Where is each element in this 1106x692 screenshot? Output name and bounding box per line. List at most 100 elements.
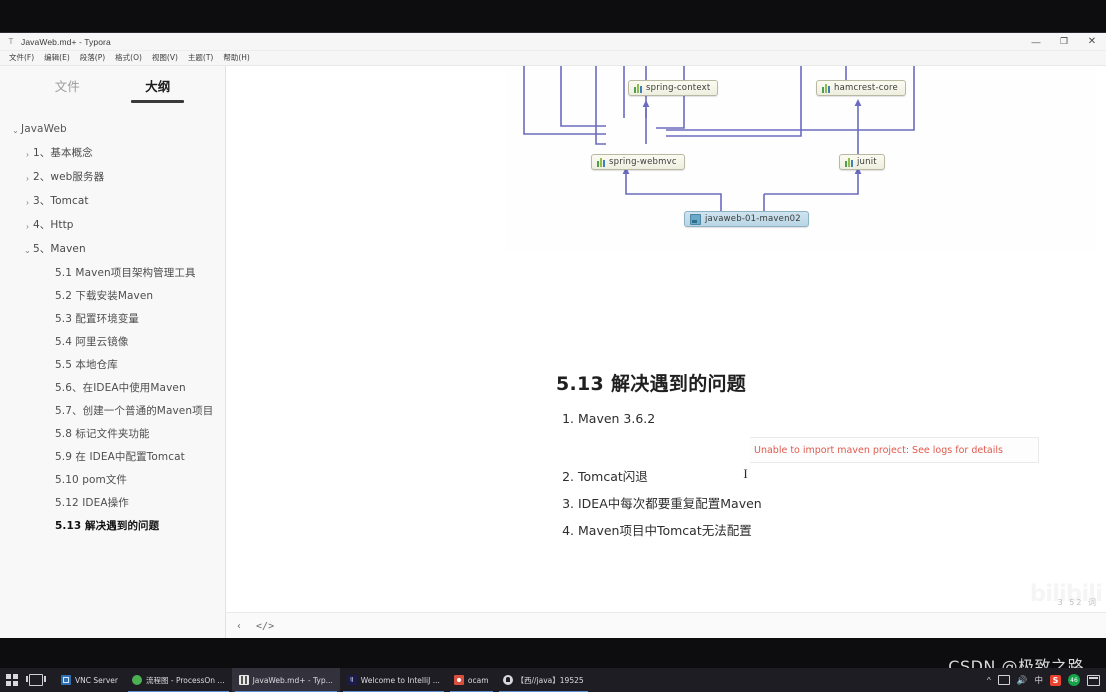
menu-edit[interactable]: 编辑(E): [39, 51, 75, 65]
task-view-button[interactable]: [24, 668, 48, 692]
outline-item-label: 5.8 标记文件夹功能: [55, 428, 150, 440]
maven-error-screenshot: Unable to import maven project: See logs…: [750, 437, 1039, 463]
chevron-right-icon[interactable]: ›: [22, 170, 33, 186]
collapse-sidebar-icon[interactable]: ‹: [236, 621, 242, 632]
typora-icon: T: [8, 37, 14, 46]
outline-item[interactable]: 5.9 在 IDEA中配置Tomcat: [0, 446, 225, 469]
top-letterbox: [0, 0, 1106, 32]
outline-item-label: 5.7、创建一个普通的Maven项目: [55, 405, 214, 417]
outline-item[interactable]: 5.13 解决遇到的问题: [0, 515, 225, 538]
chevron-down-icon[interactable]: ⌄: [22, 242, 33, 258]
outline-item[interactable]: 5.5 本地仓库: [0, 354, 225, 377]
taskbar-item-label: VNC Server: [75, 675, 118, 685]
taskbar-item[interactable]: 【西//java】19525: [496, 668, 591, 692]
chevron-up-icon[interactable]: ^: [987, 675, 991, 685]
outline-item[interactable]: 5.1 Maven项目架构管理工具: [0, 262, 225, 285]
tab-outline[interactable]: 大纲: [131, 76, 185, 103]
outline-item[interactable]: › 1、基本概念: [0, 142, 225, 166]
taskbar-item[interactable]: 流程图 - ProcessOn ...: [125, 668, 232, 692]
diagram-node-hamcrest-core: hamcrest-core: [816, 80, 906, 96]
outline-item[interactable]: 5.4 阿里云镜像: [0, 331, 225, 354]
outline-item[interactable]: 5.8 标记文件夹功能: [0, 423, 225, 446]
editor-pane: spring-context hamcrest-core spring-webm…: [226, 66, 1106, 639]
restore-button[interactable]: ❐: [1050, 33, 1078, 50]
menu-file[interactable]: 文件(F): [4, 51, 39, 65]
outline-item[interactable]: 5.2 下载安装Maven: [0, 285, 225, 308]
typora-window: T JavaWeb.md+ - Typora — ❐ ✕ 文件(F) 编辑(E)…: [0, 32, 1106, 639]
outline-item-label: 5.1 Maven项目架构管理工具: [55, 267, 196, 279]
taskbar-item[interactable]: Welcome to IntelliJ ...: [340, 668, 447, 692]
word-count: 3 52 词: [1057, 598, 1098, 607]
typ-icon: [238, 675, 249, 685]
menu-view[interactable]: 视图(V): [147, 51, 183, 65]
outline-item-label: 5.3 配置环境变量: [55, 313, 140, 325]
outline-item[interactable]: ⌄ 5、Maven: [0, 238, 225, 262]
menu-paragraph[interactable]: 段落(P): [75, 51, 110, 65]
outline-item[interactable]: › 2、web服务器: [0, 166, 225, 190]
chevron-right-icon[interactable]: ›: [22, 194, 33, 210]
list-item: IDEA中每次都要重复配置Maven: [578, 495, 1098, 513]
tab-files[interactable]: 文件: [55, 76, 80, 100]
start-icon: [6, 674, 18, 686]
volume-icon[interactable]: 🔊: [1017, 675, 1028, 686]
outline-spacer: [44, 450, 55, 451]
system-tray: ^ 🔊 中: [987, 668, 1106, 692]
menu-help[interactable]: 帮助(H): [218, 51, 255, 65]
outline-item[interactable]: › 4、Http: [0, 214, 225, 238]
list-item: Maven 3.6.2: [578, 410, 1098, 428]
outline-item[interactable]: 5.12 IDEA操作: [0, 492, 225, 515]
outline-spacer: [44, 335, 55, 336]
outline-spacer: [44, 266, 55, 267]
chevron-right-icon[interactable]: ›: [22, 218, 33, 234]
taskbar: VNC Server 流程图 - ProcessOn ... JavaWeb.md+…: [0, 668, 1106, 692]
monitor-icon[interactable]: [1087, 674, 1100, 686]
project-icon: [690, 213, 701, 225]
source-code-icon[interactable]: </>: [256, 621, 274, 632]
outline-item[interactable]: 5.7、创建一个普通的Maven项目: [0, 400, 225, 423]
taskbar-item-label: Welcome to IntelliJ ...: [360, 675, 440, 685]
taskbar-item[interactable]: JavaWeb.md+ - Typ...: [231, 668, 340, 692]
text-cursor: I: [743, 466, 748, 481]
outline-spacer: [44, 312, 55, 313]
outline-spacer: [44, 519, 55, 520]
outline-item[interactable]: ⌄ JavaWeb: [0, 118, 225, 142]
chevron-right-icon[interactable]: ›: [22, 146, 33, 162]
outline-item[interactable]: 5.3 配置环境变量: [0, 308, 225, 331]
diagram-node-spring-webmvc: spring-webmvc: [591, 154, 685, 170]
menu-format[interactable]: 格式(O): [110, 51, 147, 65]
jar-icon: [822, 83, 830, 93]
outline-item-label: 5.10 pom文件: [55, 474, 128, 486]
minimize-button[interactable]: —: [1022, 33, 1050, 50]
chevron-down-icon[interactable]: ⌄: [10, 122, 21, 138]
task-view-icon: [26, 674, 46, 686]
list-item: Tomcat闪退: [578, 468, 1098, 486]
close-button[interactable]: ✕: [1078, 33, 1106, 50]
menu-theme[interactable]: 主题(T): [183, 51, 218, 65]
outline-item-label: 4、Http: [33, 219, 74, 231]
outline-item[interactable]: 5.6、在IDEA中使用Maven: [0, 377, 225, 400]
window-controls: — ❐ ✕: [1022, 33, 1106, 50]
taskbar-item[interactable]: VNC Server: [54, 668, 125, 692]
jar-icon: [845, 157, 853, 167]
outline-item-label: 5.12 IDEA操作: [55, 497, 129, 509]
window-title: JavaWeb.md+ - Typora: [21, 36, 111, 47]
outline-spacer: [44, 496, 55, 497]
sogou-icon[interactable]: [1050, 674, 1061, 686]
document-content: spring-context hamcrest-core spring-webm…: [226, 66, 1106, 612]
green-badge-icon[interactable]: [1068, 674, 1080, 686]
vnc-icon: [61, 675, 71, 685]
start-button[interactable]: [0, 668, 24, 692]
arrow-head-hamcrest: [854, 99, 862, 106]
editor-scroll-area[interactable]: spring-context hamcrest-core spring-webm…: [226, 66, 1106, 612]
outline-item-label: 5、Maven: [33, 243, 86, 255]
menu-bar: 文件(F) 编辑(E) 段落(P) 格式(O) 视图(V) 主题(T) 帮助(H…: [0, 51, 1106, 66]
display-icon[interactable]: [997, 675, 1010, 685]
page-title: 5.13 解决遇到的问题: [556, 373, 747, 395]
ime-icon[interactable]: 中: [1034, 674, 1043, 686]
outline-item[interactable]: 5.10 pom文件: [0, 469, 225, 492]
outline-tree[interactable]: ⌄ JavaWeb › 1、基本概念 › 2、web服务器 › 3、Tomcat › 4、Http…: [0, 110, 225, 639]
taskbar-item[interactable]: ocam: [447, 668, 496, 692]
ocam-icon: [453, 675, 464, 685]
outline-item[interactable]: › 3、Tomcat: [0, 190, 225, 214]
outline-spacer: [44, 404, 55, 405]
